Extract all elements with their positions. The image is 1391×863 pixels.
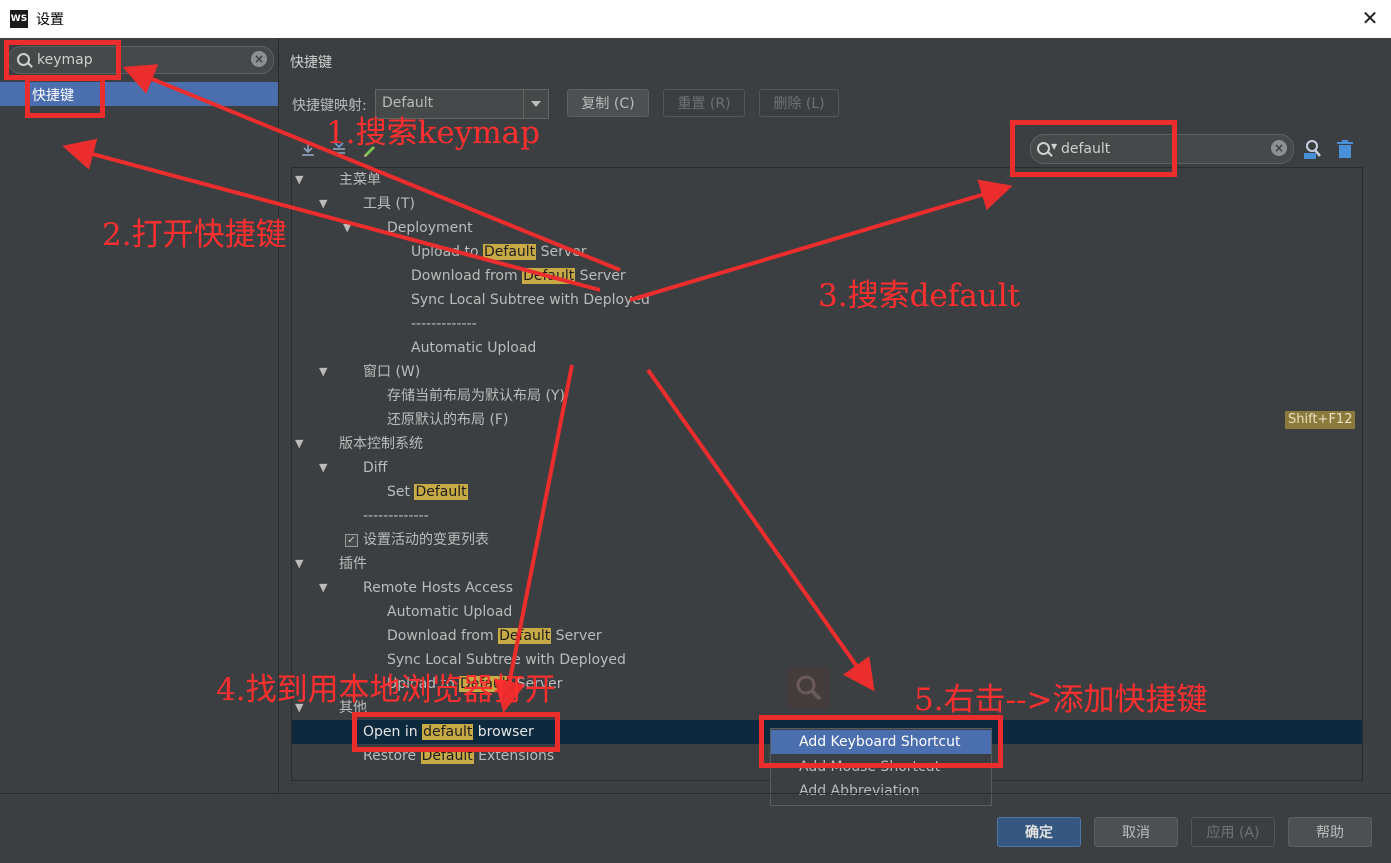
tree-label: 工具 (T) xyxy=(363,196,415,212)
tree-label: Diff xyxy=(363,460,388,476)
annotation-step5: 5.右击-->添加快捷键 xyxy=(914,682,1208,718)
annotation-box-add-shortcut xyxy=(759,715,1003,768)
tree-expand-icon[interactable]: ▼ xyxy=(343,216,351,240)
trash-icon[interactable] xyxy=(1335,139,1355,159)
copy-button[interactable]: 复制 (C) xyxy=(567,89,649,117)
window-title: 设置 xyxy=(36,12,64,28)
tree-expand-icon[interactable]: ▼ xyxy=(319,456,327,480)
cancel-button[interactable]: 取消 xyxy=(1094,817,1178,847)
footer-divider xyxy=(0,793,1391,794)
tree-label: 版本控制系统 xyxy=(339,436,423,452)
tree-row-tools[interactable]: ▼ 工具 (T) xyxy=(292,192,1362,216)
page-title: 快捷键 xyxy=(290,55,332,71)
annotation-step1: 1.搜索keymap xyxy=(326,115,540,151)
tree-row-diff[interactable]: ▼ Diff xyxy=(292,456,1362,480)
delete-button[interactable]: 删除 (L) xyxy=(759,89,839,117)
tree-row-window[interactable]: ▼ 窗口 (W) xyxy=(292,360,1362,384)
tree-label: 存储当前布局为默认布局 (Y) xyxy=(387,388,565,404)
tree-row-action[interactable]: Set Default xyxy=(292,480,1362,504)
tree-row-action[interactable]: Automatic Upload xyxy=(292,600,1362,624)
reset-button[interactable]: 重置 (R) xyxy=(663,89,745,117)
tree-row-plugins[interactable]: ▼ 插件 xyxy=(292,552,1362,576)
tree-label: 主菜单 xyxy=(339,172,381,188)
tree-label: Automatic Upload xyxy=(387,604,513,620)
clear-icon[interactable]: × xyxy=(1271,140,1287,156)
ok-button[interactable]: 确定 xyxy=(997,817,1081,847)
annotation-step2: 2.打开快捷键 xyxy=(102,217,287,253)
annotation-box-default-search xyxy=(1010,120,1177,177)
tree-row-deployment[interactable]: ▼ Deployment xyxy=(292,216,1362,240)
clear-icon[interactable]: × xyxy=(251,51,267,67)
title-bar: WS 设置 ✕ xyxy=(0,0,1391,38)
tree-label: Download from Default Server xyxy=(387,628,602,644)
tree-label: 设置活动的变更列表 xyxy=(363,532,489,548)
apply-button[interactable]: 应用 (A) xyxy=(1191,817,1275,847)
tree-label: Deployment xyxy=(387,220,473,236)
tree-label: ------------- xyxy=(363,508,429,524)
annotation-box-keymap-item xyxy=(25,76,105,118)
menu-item-add-abbreviation[interactable]: Add Abbreviation xyxy=(771,779,991,803)
tree-label: Remote Hosts Access xyxy=(363,580,514,596)
tree-expand-icon[interactable]: ▼ xyxy=(295,432,303,456)
tree-row-remote-hosts[interactable]: ▼ Remote Hosts Access xyxy=(292,576,1362,600)
tree-row-main-menu[interactable]: ▼ 主菜单 xyxy=(292,168,1362,192)
tree-label: Sync Local Subtree with Deployed xyxy=(411,292,650,308)
tree-label: Download from Default Server xyxy=(411,268,626,284)
tree-row-separator: ------------- xyxy=(292,312,1362,336)
tree-expand-icon[interactable]: ▼ xyxy=(319,576,327,600)
annotation-box-search xyxy=(4,40,121,80)
tree-label: Upload to Default Server xyxy=(411,244,587,260)
tree-label: ------------- xyxy=(411,316,477,332)
annotation-box-open-in-browser xyxy=(352,712,560,752)
search-icon xyxy=(788,667,830,709)
tree-row-vcs[interactable]: ▼ 版本控制系统 xyxy=(292,432,1362,456)
find-shortcut-icon[interactable] xyxy=(1302,138,1324,160)
tree-row-action[interactable]: Automatic Upload xyxy=(292,336,1362,360)
tree-row-action[interactable]: Download from Default Server xyxy=(292,624,1362,648)
tree-row-separator: ------------- xyxy=(292,504,1362,528)
tree-label: Set Default xyxy=(387,484,468,500)
annotation-step4: 4.找到用本地浏览器打开 xyxy=(216,672,556,708)
expand-all-icon[interactable] xyxy=(300,141,316,157)
tree-label: 还原默认的布局 (F) xyxy=(387,412,509,428)
help-button[interactable]: 帮助 xyxy=(1288,817,1372,847)
tree-label: 插件 xyxy=(339,556,367,572)
tree-row-action[interactable]: Upload to Default Server xyxy=(292,240,1362,264)
shortcut-badge: Shift+F12 xyxy=(1285,411,1356,429)
tree-expand-icon[interactable]: ▼ xyxy=(319,192,327,216)
tree-expand-icon[interactable]: ▼ xyxy=(295,552,303,576)
annotation-step3: 3.搜索default xyxy=(818,278,1021,314)
app-logo-icon: WS xyxy=(10,10,28,28)
tree-row-action[interactable]: 存储当前布局为默认布局 (Y) xyxy=(292,384,1362,408)
tree-label: 窗口 (W) xyxy=(363,364,421,380)
close-window-button[interactable]: ✕ xyxy=(1356,4,1384,32)
checkbox-icon[interactable]: ✓ xyxy=(345,534,358,547)
tree-expand-icon[interactable]: ▼ xyxy=(319,360,327,384)
tree-row-action[interactable]: ✓ 设置活动的变更列表 xyxy=(292,528,1362,552)
tree-label: Automatic Upload xyxy=(411,340,537,356)
tree-row-action[interactable]: 还原默认的布局 (F) Shift+F12 xyxy=(292,408,1362,432)
tree-expand-icon[interactable]: ▼ xyxy=(295,168,303,192)
